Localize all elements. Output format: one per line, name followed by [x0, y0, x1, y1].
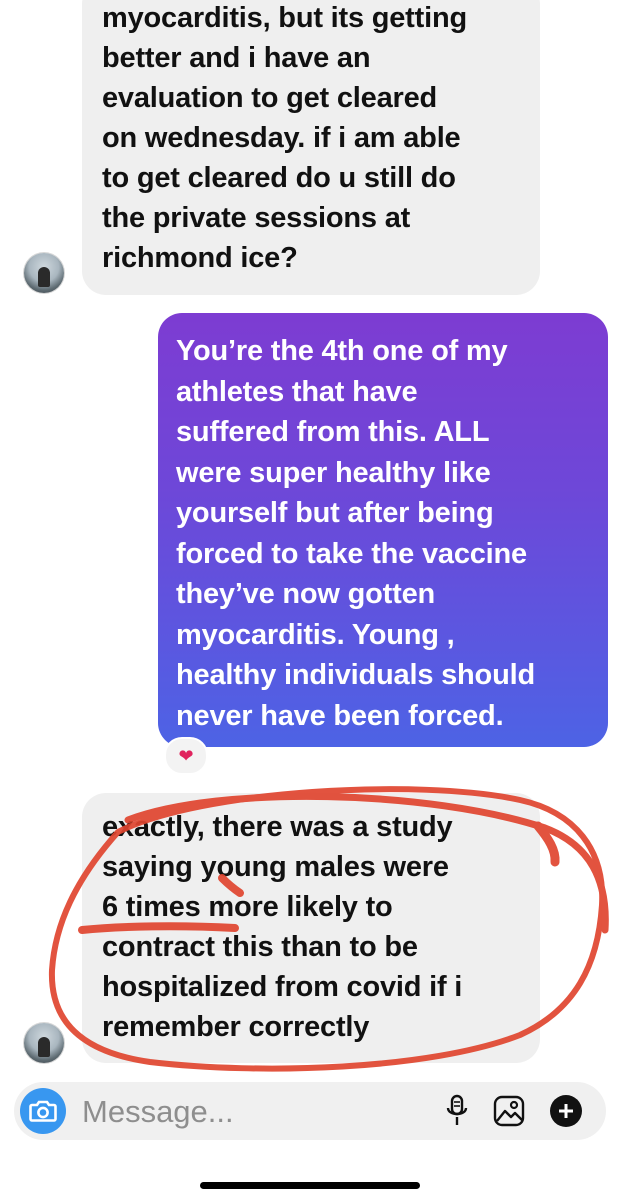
voice-button[interactable]: [438, 1092, 476, 1130]
sender-avatar[interactable]: [24, 253, 64, 293]
message-line: they’ve now gotten: [176, 578, 436, 610]
gallery-button[interactable]: [490, 1092, 528, 1130]
microphone-icon: [446, 1094, 468, 1125]
message-line: to get cleared do u still do: [102, 162, 456, 194]
incoming-message-bubble[interactable]: exactly, there was a study saying young …: [82, 793, 540, 1063]
heart-reaction[interactable]: ❤: [164, 737, 208, 775]
message-line: remember correctly: [102, 1011, 370, 1043]
outgoing-message-bubble[interactable]: You’re the 4th one of my athletes that h…: [158, 313, 608, 747]
message-line: healthy individuals should: [176, 659, 535, 691]
message-composer: [14, 1082, 606, 1140]
message-line: athletes that have: [176, 375, 418, 408]
annotation-tick-stroke: [533, 821, 560, 867]
message-input[interactable]: [80, 1092, 424, 1132]
message-line: You’re the 4th one of my: [176, 335, 508, 367]
message-line: exactly, there was a study: [102, 811, 453, 843]
heart-icon: ❤: [178, 745, 194, 766]
plus-icon: [550, 1095, 582, 1127]
message-line: evaluation to get cleared: [102, 82, 438, 114]
message-line: 6 times more likely to: [102, 891, 393, 923]
message-line: on wednesday. if i am able: [102, 122, 461, 154]
message-line: were super healthy like: [176, 456, 491, 489]
message-line: better and i have an: [102, 42, 371, 74]
incoming-message-bubble[interactable]: myocarditis, but its getting better and …: [82, 0, 540, 295]
message-line: contract this than to be: [102, 931, 418, 963]
gallery-icon: [493, 1095, 525, 1127]
sender-avatar[interactable]: [24, 1023, 64, 1063]
message-line: saying young males were: [102, 851, 449, 883]
home-indicator: [200, 1182, 420, 1189]
camera-button[interactable]: [20, 1088, 66, 1134]
message-line: never have been forced.: [176, 699, 504, 732]
more-button[interactable]: [547, 1092, 585, 1130]
camera-icon: [29, 1100, 57, 1122]
message-line: myocarditis, but its getting: [102, 2, 467, 34]
message-line: richmond ice?: [102, 242, 298, 274]
message-line: the private sessions at: [102, 202, 411, 234]
message-line: hospitalized from covid if i: [102, 971, 463, 1003]
message-line: myocarditis. Young ,: [176, 618, 455, 651]
message-line: suffered from this. ALL: [176, 416, 490, 448]
message-line: forced to take the vaccine: [176, 537, 527, 570]
message-line: yourself but after being: [176, 497, 494, 529]
